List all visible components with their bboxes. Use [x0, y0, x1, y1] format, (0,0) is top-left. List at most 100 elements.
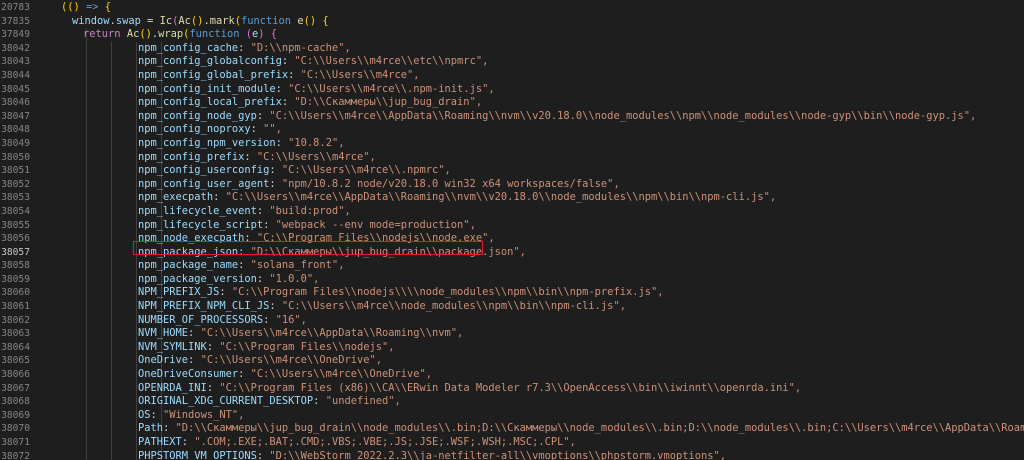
indent-guide [111, 177, 113, 192]
indent-guide [86, 177, 88, 192]
code-line[interactable]: 38048 npm_config_noproxy: "", [0, 123, 1024, 137]
indent-guide [136, 449, 138, 460]
property-value: "C:\\Users\\m4rce", [300, 68, 420, 81]
colon-punctuation: : [238, 368, 251, 381]
code-text: npm_package_json: "D:\\Скаммеры\\jup_bug… [138, 246, 526, 260]
property-key: PHPSTORM_VM_OPTIONS [138, 449, 257, 460]
line-number: 38057 [1, 246, 30, 258]
indent-guide [86, 340, 88, 355]
line-number: 37849 [1, 29, 30, 41]
code-line[interactable]: 38053 npm_execpath: "C:\\Users\\m4rce\\Ap… [0, 191, 1024, 205]
code-line[interactable]: 38056 npm_node_execpath: "C:\\Program Fil… [0, 232, 1024, 246]
line-number: 38051 [1, 165, 30, 177]
code-token: { [98, 1, 112, 13]
line-number: 38065 [1, 355, 30, 367]
indent-guide [86, 150, 88, 165]
code-line[interactable]: 38070 Path: "D:\\Скаммеры\\jup_bug_drain\… [0, 422, 1024, 436]
code-line[interactable]: 38043 npm_config_globalconfig: "C:\\Users… [0, 55, 1024, 69]
line-number: 38044 [1, 69, 30, 81]
code-line[interactable]: 38050 npm_config_prefix: "C:\\Users\\m4rc… [0, 150, 1024, 165]
code-line[interactable]: 38069 OS: "Windows_NT", [0, 408, 1024, 423]
colon-punctuation: : [238, 245, 251, 258]
code-line[interactable]: 38054 npm_lifecycle_event: "build:prod", [0, 204, 1024, 219]
colon-punctuation: : [256, 449, 270, 460]
line-number: 38071 [1, 437, 30, 448]
line-number: 38047 [1, 110, 30, 122]
code-text: NUMBER_OF_PROCESSORS: "16", [138, 314, 307, 328]
code-line[interactable]: 38052 npm_config_user_agent: "npm/10.8.2 … [0, 177, 1024, 192]
code-line[interactable]: 38049 npm_config_npm_version: "10.8.2", [0, 136, 1024, 151]
indent-guide [111, 245, 113, 260]
code-line[interactable]: 38062 NUMBER_OF_PROCESSORS: "16", [0, 313, 1024, 328]
code-line[interactable]: 38044 npm_config_global_prefix: "C:\\User… [0, 68, 1024, 83]
indent-guide [111, 422, 113, 436]
property-value: "C:\\Program Files\\nodejs\\\\node_modul… [231, 286, 664, 299]
property-key: npm_node_execpath [138, 232, 245, 245]
property-value: "npm/10.8.2 node/v20.18.0 win32 x64 work… [281, 177, 620, 190]
line-number: 38054 [1, 205, 30, 217]
code-line[interactable]: 38059 npm_package_version: "1.0.0", [0, 272, 1024, 287]
colon-punctuation: : [150, 408, 164, 421]
colon-punctuation: : [269, 164, 282, 177]
code-line[interactable]: 38068 ORIGINAL_XDG_CURRENT_DESKTOP: "unde… [0, 395, 1024, 409]
property-value: "D:\\Скаммеры\\jup_bug_drain\\node_modul… [175, 422, 1024, 435]
code-line[interactable]: 38042 npm_config_cache: "D:\\npm-cache", [0, 41, 1024, 56]
indent-guide [136, 109, 138, 124]
indent-guide [136, 340, 138, 355]
property-value: "C:\\Users\\m4rce\\AppData\\Roaming\\nvm… [200, 327, 464, 340]
code-line[interactable]: 38064 NVM_SYMLINK: "C:\\Program Files\\no… [0, 340, 1024, 355]
code-line[interactable]: 38060 NPM_PREFIX_JS: "C:\\Program Files\\… [0, 286, 1024, 301]
code-line[interactable]: 37835 window.swap = Ic(Ac().mark(function… [0, 15, 1024, 29]
indent-guide [86, 327, 88, 341]
property-key: npm_config_userconfig [138, 164, 270, 177]
property-value: "10.8.2", [288, 136, 345, 149]
code-line[interactable]: 38055 npm_lifecycle_script: "webpack --en… [0, 218, 1024, 233]
code-line[interactable]: 37849 return Ac().wrap(function (e) { [0, 28, 1024, 42]
property-key: ORIGINAL_XDG_CURRENT_DESKTOP [138, 395, 314, 408]
line-number: 38056 [1, 233, 30, 245]
indent-guide [136, 136, 138, 151]
line-number: 38062 [1, 314, 30, 326]
code-line[interactable]: 38071 PATHEXT: ".COM;.EXE;.BAT;.CMD;.VBS;… [0, 436, 1024, 450]
colon-punctuation: : [244, 150, 257, 163]
code-line[interactable]: 38066 OneDriveConsumer: "C:\\Users\\m4rce… [0, 368, 1024, 382]
line-number: 38068 [1, 396, 30, 408]
code-text: npm_config_local_prefix: "D:\\Скаммеры\\… [138, 96, 482, 110]
line-number: 38061 [1, 301, 30, 313]
code-text: Path: "D:\\Скаммеры\\jup_bug_drain\\node… [138, 422, 1024, 436]
code-line[interactable]: 38045 npm_config_init_module: "C:\\Users\… [0, 82, 1024, 97]
code-line[interactable]: 38057 npm_package_json: "D:\\Скаммеры\\ju… [0, 245, 1024, 260]
indent-guide [111, 68, 113, 83]
code-line[interactable]: 38065 OneDrive: "C:\\Users\\m4rce\\OneDri… [0, 354, 1024, 369]
colon-punctuation: : [269, 300, 282, 313]
property-value: "C:\\Users\\m4rce\\AppData\\Roaming\\nvm… [225, 191, 777, 204]
line-number: 38060 [1, 287, 30, 299]
code-text: NVM_HOME: "C:\\Users\\m4rce\\AppData\\Ro… [138, 327, 463, 341]
code-line[interactable]: 20783 (() => { [0, 1, 1024, 15]
code-line[interactable]: 38046 npm_config_local_prefix: "D:\\Скамм… [0, 96, 1024, 110]
code-text: npm_config_global_prefix: "C:\\Users\\m4… [138, 69, 420, 83]
property-value: "undefined", [325, 395, 401, 408]
property-value: ".COM;.EXE;.BAT;.CMD;.VBS;.VBE;.JS;.JSE;… [194, 436, 576, 448]
line-number: 38052 [1, 178, 30, 190]
code-line[interactable]: 38058 npm_package_name: "solana_front", [0, 259, 1024, 273]
property-value: "D:\\npm-cache", [250, 41, 351, 54]
indent-guide [86, 232, 88, 246]
indent-guide [111, 232, 113, 246]
code-line[interactable]: 38072 PHPSTORM_VM_OPTIONS: "D:\\WebStorm … [0, 449, 1024, 460]
property-key: npm_lifecycle_script [138, 218, 264, 231]
code-line[interactable]: 38051 npm_config_userconfig: "C:\\Users\\… [0, 164, 1024, 178]
indent-guide [136, 96, 138, 110]
code-editor[interactable]: 20783(() => {37835 window.swap = Ic(Ac().… [0, 1, 1024, 460]
code-line[interactable]: 38061 NPM_PREFIX_NPM_CLI_JS: "C:\\Users\\… [0, 300, 1024, 314]
colon-punctuation: : [275, 82, 289, 95]
property-key: Path [138, 422, 164, 435]
code-line[interactable]: 38047 npm_config_node_gyp: "C:\\Users\\m4… [0, 109, 1024, 124]
code-line[interactable]: 38067 OPENRDA_INI: "C:\\Program Files (x8… [0, 381, 1024, 396]
property-key: PATHEXT [138, 436, 182, 448]
colon-punctuation: : [250, 123, 264, 136]
code-line[interactable]: 38063 NVM_HOME: "C:\\Users\\m4rce\\AppDat… [0, 327, 1024, 341]
property-key: NPM_PREFIX_JS [138, 286, 220, 299]
indent-guide [111, 354, 113, 369]
code-token: function [189, 28, 240, 41]
